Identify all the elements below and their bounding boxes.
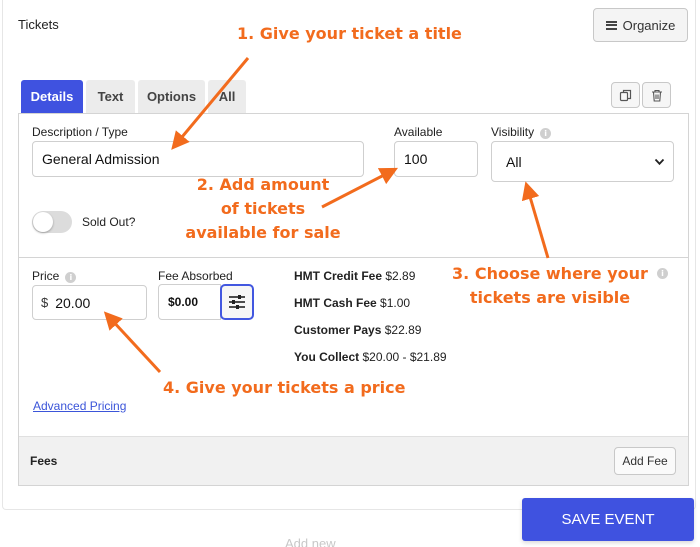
- trash-icon: [651, 89, 662, 102]
- annotation-step3-line2: tickets are visible: [469, 288, 631, 307]
- info-icon: i: [540, 128, 552, 139]
- hamburger-icon: [605, 20, 617, 30]
- credit-fee-value: $2.89: [385, 269, 416, 283]
- delete-button[interactable]: [642, 82, 671, 108]
- price-value: 20.00: [55, 294, 91, 311]
- add-new-link[interactable]: Add new: [285, 536, 336, 547]
- annotation-step2-line1: 2. Add amount: [196, 175, 330, 194]
- annotation-step2-line3: available for sale: [185, 223, 341, 242]
- annotation-step3: 3. Choose where your tickets are visible: [444, 262, 656, 310]
- advanced-pricing-link[interactable]: Advanced Pricing: [33, 399, 126, 413]
- fee-absorbed-input[interactable]: $0.00: [158, 284, 221, 320]
- credit-fee-label: HMT Credit Fee: [294, 269, 383, 283]
- cash-fee-value: $1.00: [380, 296, 411, 310]
- available-value: 100: [404, 151, 428, 167]
- tab-details[interactable]: Details: [21, 80, 83, 113]
- fees-title: Fees: [30, 454, 58, 468]
- available-input[interactable]: 100: [394, 141, 478, 177]
- annotation-step4: 4. Give your tickets a price: [163, 378, 406, 397]
- section-divider: [19, 257, 688, 258]
- cash-fee-label: HMT Cash Fee: [294, 296, 377, 310]
- annotation-step3-line1: 3. Choose where your: [452, 264, 648, 283]
- annotation-step1: 1. Give your ticket a title: [237, 24, 462, 43]
- customer-pays-label: Customer Pays: [294, 323, 382, 337]
- description-label: Description / Type: [32, 125, 128, 139]
- sliders-icon: [229, 295, 245, 309]
- available-label: Available: [394, 125, 443, 139]
- customer-pays-line: Customer Pays $22.89: [294, 323, 421, 337]
- tab-label: Details: [30, 89, 74, 104]
- tab-label: All: [218, 89, 236, 104]
- visibility-label-text: Visibility: [491, 125, 535, 139]
- section-title: Tickets: [18, 17, 59, 32]
- sold-out-label: Sold Out?: [82, 215, 136, 229]
- price-input[interactable]: $ 20.00: [32, 285, 147, 320]
- cash-fee-line: HMT Cash Fee $1.00: [294, 296, 410, 310]
- visibility-value: All: [506, 153, 522, 170]
- description-value: General Admission: [42, 151, 160, 167]
- credit-fee-line: HMT Credit Fee $2.89: [294, 269, 415, 283]
- info-icon: i: [657, 268, 668, 279]
- tab-all[interactable]: All: [208, 80, 246, 113]
- you-collect-value: $20.00 - $21.89: [362, 350, 447, 364]
- fee-absorbed-value: $0.00: [168, 295, 199, 309]
- you-collect-label: You Collect: [294, 350, 360, 364]
- organize-button[interactable]: Organize: [593, 8, 688, 42]
- customer-pays-value: $22.89: [384, 323, 422, 337]
- price-label: Price i: [32, 269, 77, 283]
- annotation-step2: 2. Add amount of tickets available for s…: [183, 173, 343, 245]
- chevron-down-icon: [654, 158, 665, 165]
- tab-text[interactable]: Text: [86, 80, 135, 113]
- copy-button[interactable]: [611, 82, 640, 108]
- visibility-label: Visibility i: [491, 125, 552, 139]
- tab-label: Text: [97, 89, 124, 104]
- save-event-button[interactable]: SAVE EVENT: [522, 498, 694, 541]
- tab-label: Options: [146, 89, 197, 104]
- toggle-knob: [33, 212, 53, 232]
- info-icon: i: [65, 272, 77, 283]
- organize-label: Organize: [622, 17, 676, 33]
- currency-symbol: $: [41, 295, 49, 310]
- fee-settings-button[interactable]: [220, 284, 254, 320]
- visibility-select[interactable]: All: [491, 141, 674, 182]
- annotation-step2-line2: of tickets: [220, 199, 306, 218]
- add-fee-button[interactable]: Add Fee: [614, 447, 676, 475]
- fees-bar: [19, 436, 688, 485]
- price-label-text: Price: [32, 269, 60, 283]
- fee-absorbed-label: Fee Absorbed: [158, 269, 233, 283]
- you-collect-line: You Collect $20.00 - $21.89: [294, 350, 447, 364]
- copy-icon: [619, 89, 632, 101]
- description-input[interactable]: General Admission: [32, 141, 364, 177]
- tab-options[interactable]: Options: [138, 80, 205, 113]
